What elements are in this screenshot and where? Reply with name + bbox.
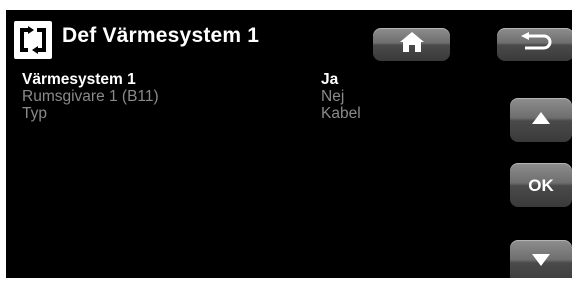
settings-list: Värmesystem 1 Ja Rumsgivare 1 (B11) Nej … bbox=[22, 71, 442, 122]
page-title: Def Värmesystem 1 bbox=[62, 24, 260, 47]
setting-value: Nej bbox=[321, 88, 345, 105]
ok-label: OK bbox=[528, 176, 554, 195]
scroll-down-button[interactable] bbox=[510, 240, 572, 278]
home-button[interactable] bbox=[373, 28, 450, 61]
scroll-up-button[interactable] bbox=[510, 98, 572, 142]
setting-label: Värmesystem 1 bbox=[22, 71, 136, 88]
ok-button[interactable]: OK bbox=[510, 163, 572, 207]
arrow-up-icon bbox=[532, 111, 550, 129]
setting-value: Ja bbox=[321, 71, 339, 88]
home-icon bbox=[399, 31, 425, 58]
cycle-arrows-icon bbox=[14, 21, 52, 59]
back-arrow-icon bbox=[519, 32, 553, 57]
back-button[interactable] bbox=[497, 28, 572, 61]
arrow-down-icon bbox=[532, 253, 550, 271]
setting-label: Typ bbox=[22, 105, 47, 122]
setting-value: Kabel bbox=[321, 105, 361, 122]
setting-row-varmesystem[interactable]: Värmesystem 1 Ja bbox=[22, 71, 442, 88]
setting-label: Rumsgivare 1 (B11) bbox=[22, 88, 159, 105]
setting-row-typ[interactable]: Typ Kabel bbox=[22, 105, 442, 122]
setting-row-rumsgivare[interactable]: Rumsgivare 1 (B11) Nej bbox=[22, 88, 442, 105]
display-screen: Def Värmesystem 1 Värmesystem 1 Ja Rumsg… bbox=[6, 10, 572, 278]
